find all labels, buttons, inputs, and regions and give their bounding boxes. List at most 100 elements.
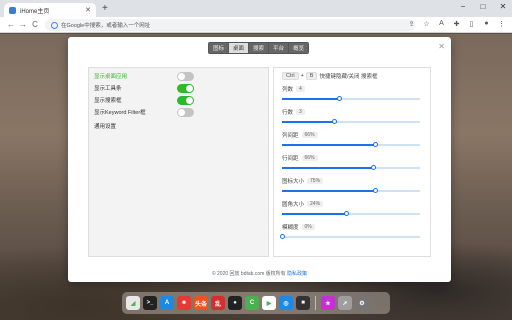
- option-label[interactable]: 通用设置: [94, 122, 116, 130]
- option-row: 通用设置: [94, 122, 264, 130]
- slider-track[interactable]: [282, 119, 420, 124]
- dock-separator: [315, 296, 316, 310]
- slider-value: 3: [296, 109, 305, 115]
- slider-title: 行间距: [282, 156, 299, 162]
- menu-icon[interactable]: ⋮: [497, 20, 506, 28]
- settings-tab[interactable]: 平台: [269, 43, 289, 53]
- slider-group: 模糊度 0%: [279, 223, 424, 239]
- browser-tab[interactable]: iHome主页 ✕: [4, 3, 96, 17]
- slider-label: 行间距 66%: [282, 154, 424, 162]
- slider-track[interactable]: [282, 142, 420, 147]
- translate-icon[interactable]: A: [437, 20, 446, 28]
- slider-handle[interactable]: [373, 188, 379, 193]
- slider-track[interactable]: [279, 234, 420, 239]
- browser-tabstrip: iHome主页 ✕ + − □ ✕: [0, 0, 512, 17]
- option-row: 显示搜索框: [94, 95, 264, 105]
- chrome-icon[interactable]: ◎: [279, 296, 293, 310]
- slider-handle[interactable]: [279, 234, 285, 239]
- toggle-switch[interactable]: [177, 83, 194, 93]
- profile-icon[interactable]: ●: [482, 20, 491, 28]
- address-bar[interactable]: 在Google中搜索，或者输入一个网址: [45, 19, 415, 31]
- reload-icon[interactable]: C: [29, 20, 41, 29]
- ctrl-key: Ctrl: [282, 72, 299, 80]
- terminal-icon[interactable]: >_: [143, 296, 157, 310]
- dock: ◢ >_ A ☻ 头条乱 ● C ▶ ◎ ■ ★ ➚ ⚙: [122, 292, 390, 314]
- toutiao-icon[interactable]: 头条: [194, 296, 208, 310]
- slider-title: 模糊度: [282, 225, 299, 231]
- launchpad-icon[interactable]: ◢: [126, 296, 140, 310]
- minimize-icon[interactable]: −: [458, 2, 468, 11]
- slider-fill: [282, 121, 335, 123]
- tab-title: iHome主页: [20, 8, 50, 15]
- settings-tab[interactable]: 桌面: [229, 43, 249, 53]
- browser-toolbar: ← → C 在Google中搜索，或者输入一个网址 ⇪ ☆ A ✚ ▯ ● ⋮: [0, 17, 512, 33]
- github-icon[interactable]: ●: [228, 296, 242, 310]
- slider-label: 圆角大小 24%: [282, 200, 424, 208]
- slider-value: 24%: [307, 201, 324, 207]
- red-app-icon[interactable]: 乱: [211, 296, 225, 310]
- rocket-icon[interactable]: ➚: [338, 296, 352, 310]
- slider-track[interactable]: [282, 165, 420, 170]
- slider-fill: [282, 144, 376, 146]
- option-label: 显示桌面应用: [94, 74, 128, 80]
- slider-handle[interactable]: [373, 142, 379, 147]
- slider-fill: [282, 167, 374, 169]
- window-close-icon[interactable]: ✕: [498, 2, 508, 11]
- slider-handle[interactable]: [344, 211, 350, 216]
- slider-value: 4: [296, 86, 305, 92]
- settings-tab[interactable]: 搜索: [249, 43, 269, 53]
- slider-title: 列数: [282, 87, 294, 93]
- settings-icon[interactable]: ⚙: [355, 296, 369, 310]
- maximize-icon[interactable]: □: [478, 2, 488, 11]
- play-store-icon[interactable]: ▶: [262, 296, 276, 310]
- toggle-switch[interactable]: [177, 95, 194, 105]
- c-app-icon[interactable]: C: [245, 296, 259, 310]
- slider-group: 行数 3: [282, 108, 424, 124]
- plus-sign: +: [300, 73, 304, 79]
- option-label: 显示工具条: [94, 86, 122, 92]
- sidebar-icon[interactable]: ▯: [467, 20, 476, 28]
- record-icon[interactable]: ■: [296, 296, 310, 310]
- weibo-icon[interactable]: ☻: [177, 296, 191, 310]
- forward-icon[interactable]: →: [17, 20, 29, 29]
- slider-track[interactable]: [282, 211, 420, 216]
- slider-title: 图标大小: [282, 179, 305, 185]
- shortcut-row: Ctrl + B 快捷键隐藏/关闭 搜索框: [282, 72, 378, 80]
- slider-track[interactable]: [282, 96, 420, 101]
- share-icon[interactable]: ⇪: [407, 20, 416, 28]
- back-icon[interactable]: ←: [5, 20, 17, 29]
- slider-handle[interactable]: [337, 96, 343, 101]
- copyright-text: © 2020 回放 bdtab.com 版权所有: [211, 271, 286, 277]
- b-key: B: [305, 72, 318, 80]
- slider-group: 图标大小 75%: [282, 177, 424, 193]
- toggle-switch[interactable]: [177, 107, 194, 117]
- slider-group: 列间距 66%: [282, 131, 424, 147]
- slider-value: 66%: [301, 155, 318, 161]
- slider-handle[interactable]: [331, 119, 337, 124]
- slider-label: 行数 3: [282, 108, 424, 116]
- slider-value: 75%: [307, 178, 324, 184]
- layout-panel: Ctrl + B 快捷键隐藏/关闭 搜索框 列数 4 行数 3 列间距 66% 行间距 66%…: [273, 67, 431, 257]
- privacy-link[interactable]: 隐私政策: [287, 271, 307, 277]
- slider-track[interactable]: [282, 188, 420, 193]
- slider-handle[interactable]: [370, 165, 376, 170]
- slider-label: 图标大小 75%: [282, 177, 424, 185]
- toolbar-icons: ⇪ ☆ A ✚ ▯ ● ⋮: [407, 20, 506, 28]
- toggle-switch[interactable]: [177, 71, 194, 81]
- slider-fill: [282, 190, 376, 192]
- appstore-icon[interactable]: A: [160, 296, 174, 310]
- settings-tab[interactable]: 概览: [289, 43, 309, 53]
- settings-tab[interactable]: 图标: [209, 43, 229, 53]
- google-icon: [51, 21, 58, 29]
- star-app-icon[interactable]: ★: [321, 296, 335, 310]
- address-placeholder: 在Google中搜索，或者输入一个网址: [61, 23, 151, 29]
- new-tab-button[interactable]: +: [102, 4, 108, 14]
- close-icon[interactable]: ✕: [438, 42, 445, 51]
- tab-close-icon[interactable]: ✕: [85, 6, 91, 14]
- star-icon[interactable]: ☆: [422, 20, 431, 28]
- slider-title: 行数: [282, 110, 294, 116]
- extension-icon[interactable]: ✚: [452, 20, 461, 28]
- modal-footer: © 2020 回放 bdtab.com 版权所有 隐私政策: [68, 270, 451, 277]
- shortcut-desc: 快捷键隐藏/关闭 搜索框: [319, 74, 378, 80]
- slider-label: 列数 4: [282, 85, 424, 93]
